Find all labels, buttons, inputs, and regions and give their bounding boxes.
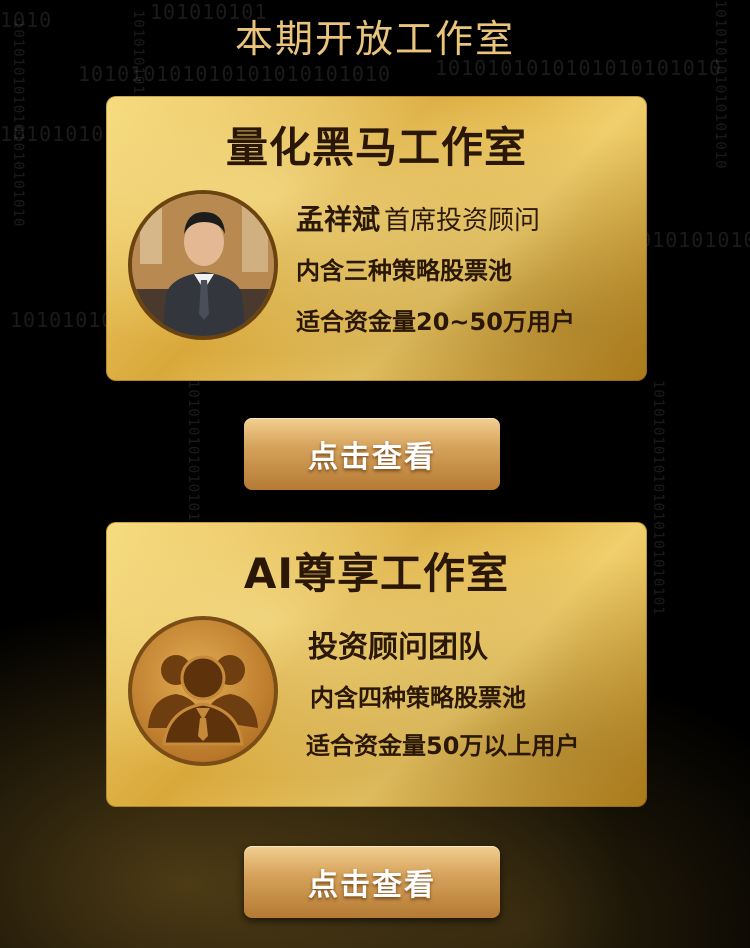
advisor-photo-icon (132, 194, 274, 336)
advisor-name: 孟祥斌 (296, 203, 381, 236)
advisor-avatar (128, 190, 278, 340)
team-avatar (128, 616, 278, 766)
team-people-icon (148, 655, 258, 746)
binary-text: 101010101010101010101010 (78, 62, 391, 86)
team-label: 投资顾问团队 (308, 630, 488, 665)
studio-title: 量化黑马工作室 (225, 123, 527, 172)
studio-card-quant: 量化黑马工作室 孟祥斌 首席投资顾问 内含三种策略股票池 适合资金量20~50万用… (106, 96, 647, 381)
advisor-info: 孟祥斌 首席投资顾问 (296, 198, 540, 238)
view-ai-studio-button[interactable]: 点击查看 (244, 846, 500, 918)
view-quant-studio-button[interactable]: 点击查看 (244, 418, 500, 490)
studio-card-ai: AI尊享工作室 投资顾问团队 内含四种策略股票池 适合资金量50万以上用户 (106, 522, 647, 807)
page-title: 本期开放工作室 (234, 17, 515, 61)
studio-capital-line: 适合资金量50万以上用户 (306, 732, 580, 760)
studio-feature-line: 内含三种策略股票池 (296, 257, 512, 285)
studio-title: AI尊享工作室 (243, 549, 510, 598)
binary-text: 1010101010101010101010101 (650, 380, 666, 616)
studio-feature-line: 内含四种策略股票池 (310, 684, 526, 712)
studio-capital-line: 适合资金量20~50万用户 (296, 308, 575, 336)
advisor-role: 首席投资顾问 (384, 206, 541, 236)
